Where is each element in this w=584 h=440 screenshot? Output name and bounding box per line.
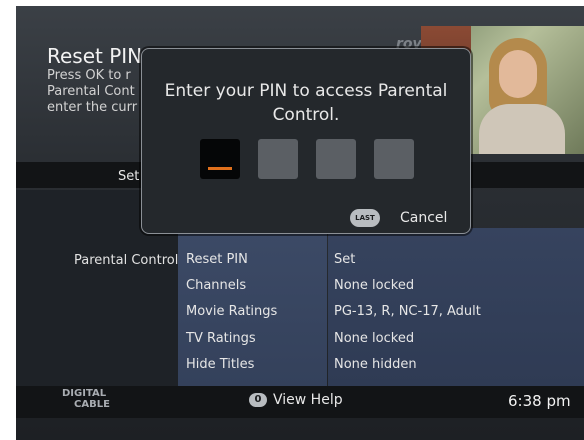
pin-digit-1[interactable] bbox=[200, 139, 240, 179]
promo-person-body bbox=[479, 104, 565, 154]
setting-value: PG-13, R, NC-17, Adult bbox=[334, 304, 481, 319]
page-title: Reset PIN bbox=[47, 44, 143, 68]
setting-reset-pin[interactable]: Reset PIN bbox=[186, 247, 248, 273]
setting-value: None hidden bbox=[334, 357, 417, 372]
pin-entry-dialog: Enter your PIN to access Parental Contro… bbox=[141, 48, 471, 234]
zero-key-icon: 0 bbox=[249, 393, 267, 407]
setting-tv-ratings[interactable]: TV Ratings bbox=[186, 326, 256, 352]
digital-cable-logo: DIGITAL CABLE bbox=[62, 388, 110, 410]
pin-cursor bbox=[208, 167, 232, 170]
setting-value: None locked bbox=[334, 278, 415, 293]
setting-hide-titles[interactable]: Hide Titles bbox=[186, 352, 254, 378]
setting-value: Set bbox=[334, 252, 356, 267]
brand-line-2: CABLE bbox=[74, 399, 110, 410]
promo-person-face bbox=[499, 50, 537, 98]
view-help-hint[interactable]: 0 View Help bbox=[249, 392, 343, 408]
brand-line-1: DIGITAL bbox=[62, 388, 107, 399]
pin-prompt: Enter your PIN to access Parental Contro… bbox=[164, 81, 448, 125]
setting-value: None locked bbox=[334, 331, 415, 346]
last-key-icon: LAST bbox=[350, 209, 380, 227]
pin-digit-2[interactable] bbox=[258, 139, 298, 179]
pin-digit-3[interactable] bbox=[316, 139, 356, 179]
pin-digit-4[interactable] bbox=[374, 139, 414, 179]
section-label-parental-control: Parental Control bbox=[74, 253, 179, 268]
cancel-button[interactable]: Cancel bbox=[400, 209, 447, 227]
clock: 6:38 pm bbox=[508, 392, 571, 410]
setting-movie-ratings[interactable]: Movie Ratings bbox=[186, 299, 277, 325]
setting-channels[interactable]: Channels bbox=[186, 273, 246, 299]
view-help-label: View Help bbox=[273, 392, 343, 408]
tv-guide-screen: Reset PIN Press OK to r Parental Cont en… bbox=[16, 6, 584, 440]
tab-settings[interactable]: Set bbox=[118, 169, 139, 184]
